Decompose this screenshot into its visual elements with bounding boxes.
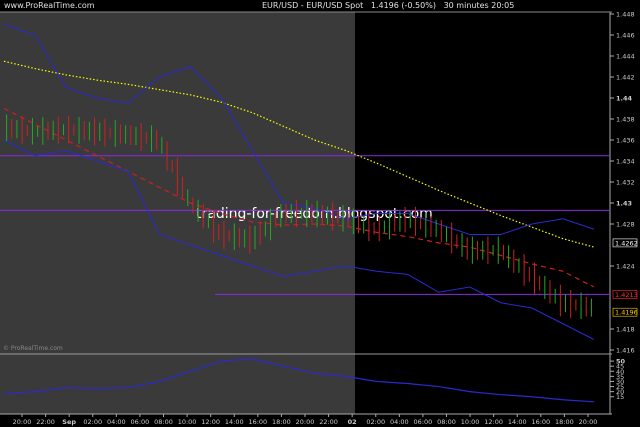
- x-tick-label: 20:00: [579, 418, 598, 426]
- y-tick-label: 1.418: [616, 326, 635, 334]
- x-tick-label: 06:00: [131, 418, 150, 426]
- x-tick-label: 14:00: [225, 418, 244, 426]
- time-axis-ticks: 20:00 22:00 Sep 02:00 04:00 06:00 08:00 10:00 12…: [13, 414, 598, 426]
- y-tick-label: 1.44: [616, 95, 633, 103]
- x-tick-label: 22:00: [36, 418, 55, 426]
- x-tick-label: 08:00: [437, 418, 456, 426]
- x-tick-label: Sep: [62, 418, 76, 426]
- footer-credit: © ProRealTime.com: [3, 345, 63, 352]
- price-label-text: 1.4196: [615, 309, 638, 317]
- indicator-history-shade: [0, 354, 355, 414]
- y-tick-label: 1.442: [616, 74, 635, 82]
- y-tick-label: 1.428: [616, 221, 635, 229]
- x-tick-label: 10:00: [178, 418, 197, 426]
- price-labels: 1.4262 1.4213 1.4196: [612, 238, 638, 317]
- y-tick-label: 1.436: [616, 137, 635, 145]
- x-tick-label: 08:00: [154, 418, 173, 426]
- x-tick-label: 18:00: [555, 418, 574, 426]
- price-axis-ticks: 1.448 1.446 1.444 1.442 1.44 1.438 1.436 1.434 1…: [610, 11, 635, 355]
- x-tick-label: 06:00: [414, 418, 433, 426]
- x-tick-label: 14:00: [508, 418, 527, 426]
- price-chart[interactable]: trading-for-freedom.blogspot.com © ProRe…: [0, 0, 640, 427]
- x-tick-label: 18:00: [272, 418, 291, 426]
- x-tick-label: 02:00: [83, 418, 102, 426]
- x-tick-label: 12:00: [484, 418, 503, 426]
- y-tick-label: 1.434: [616, 158, 635, 166]
- x-tick-label: 10:00: [461, 418, 480, 426]
- y-tick-label: 1.444: [616, 53, 635, 61]
- x-tick-label: 02:00: [366, 418, 385, 426]
- x-tick-label: 04:00: [107, 418, 126, 426]
- x-tick-label: 20:00: [13, 418, 32, 426]
- x-tick-label: 04:00: [390, 418, 409, 426]
- y-tick-label: 1.446: [616, 32, 635, 40]
- y-tick-label: 1.424: [616, 263, 635, 271]
- y-tick-label: 1.43: [616, 200, 632, 208]
- y-tick-label: 1.432: [616, 179, 635, 187]
- price-label-text: 1.4213: [615, 291, 638, 299]
- x-tick-label: 12:00: [201, 418, 220, 426]
- indicator-tick-label: 15: [616, 393, 624, 401]
- y-tick-label: 1.438: [616, 116, 635, 124]
- x-tick-label: 20:00: [296, 418, 315, 426]
- price-panel: [355, 12, 610, 354]
- x-tick-label: 22:00: [319, 418, 338, 426]
- y-tick-label: 1.416: [616, 347, 635, 355]
- x-tick-label: 16:00: [531, 418, 550, 426]
- x-tick-label: 16:00: [248, 418, 267, 426]
- price-label-text: 1.4262: [615, 239, 638, 247]
- y-tick-label: 1.448: [616, 11, 635, 19]
- indicator-axis-ticks: 5045403530252015: [610, 358, 626, 401]
- x-tick-label: 02: [348, 418, 357, 426]
